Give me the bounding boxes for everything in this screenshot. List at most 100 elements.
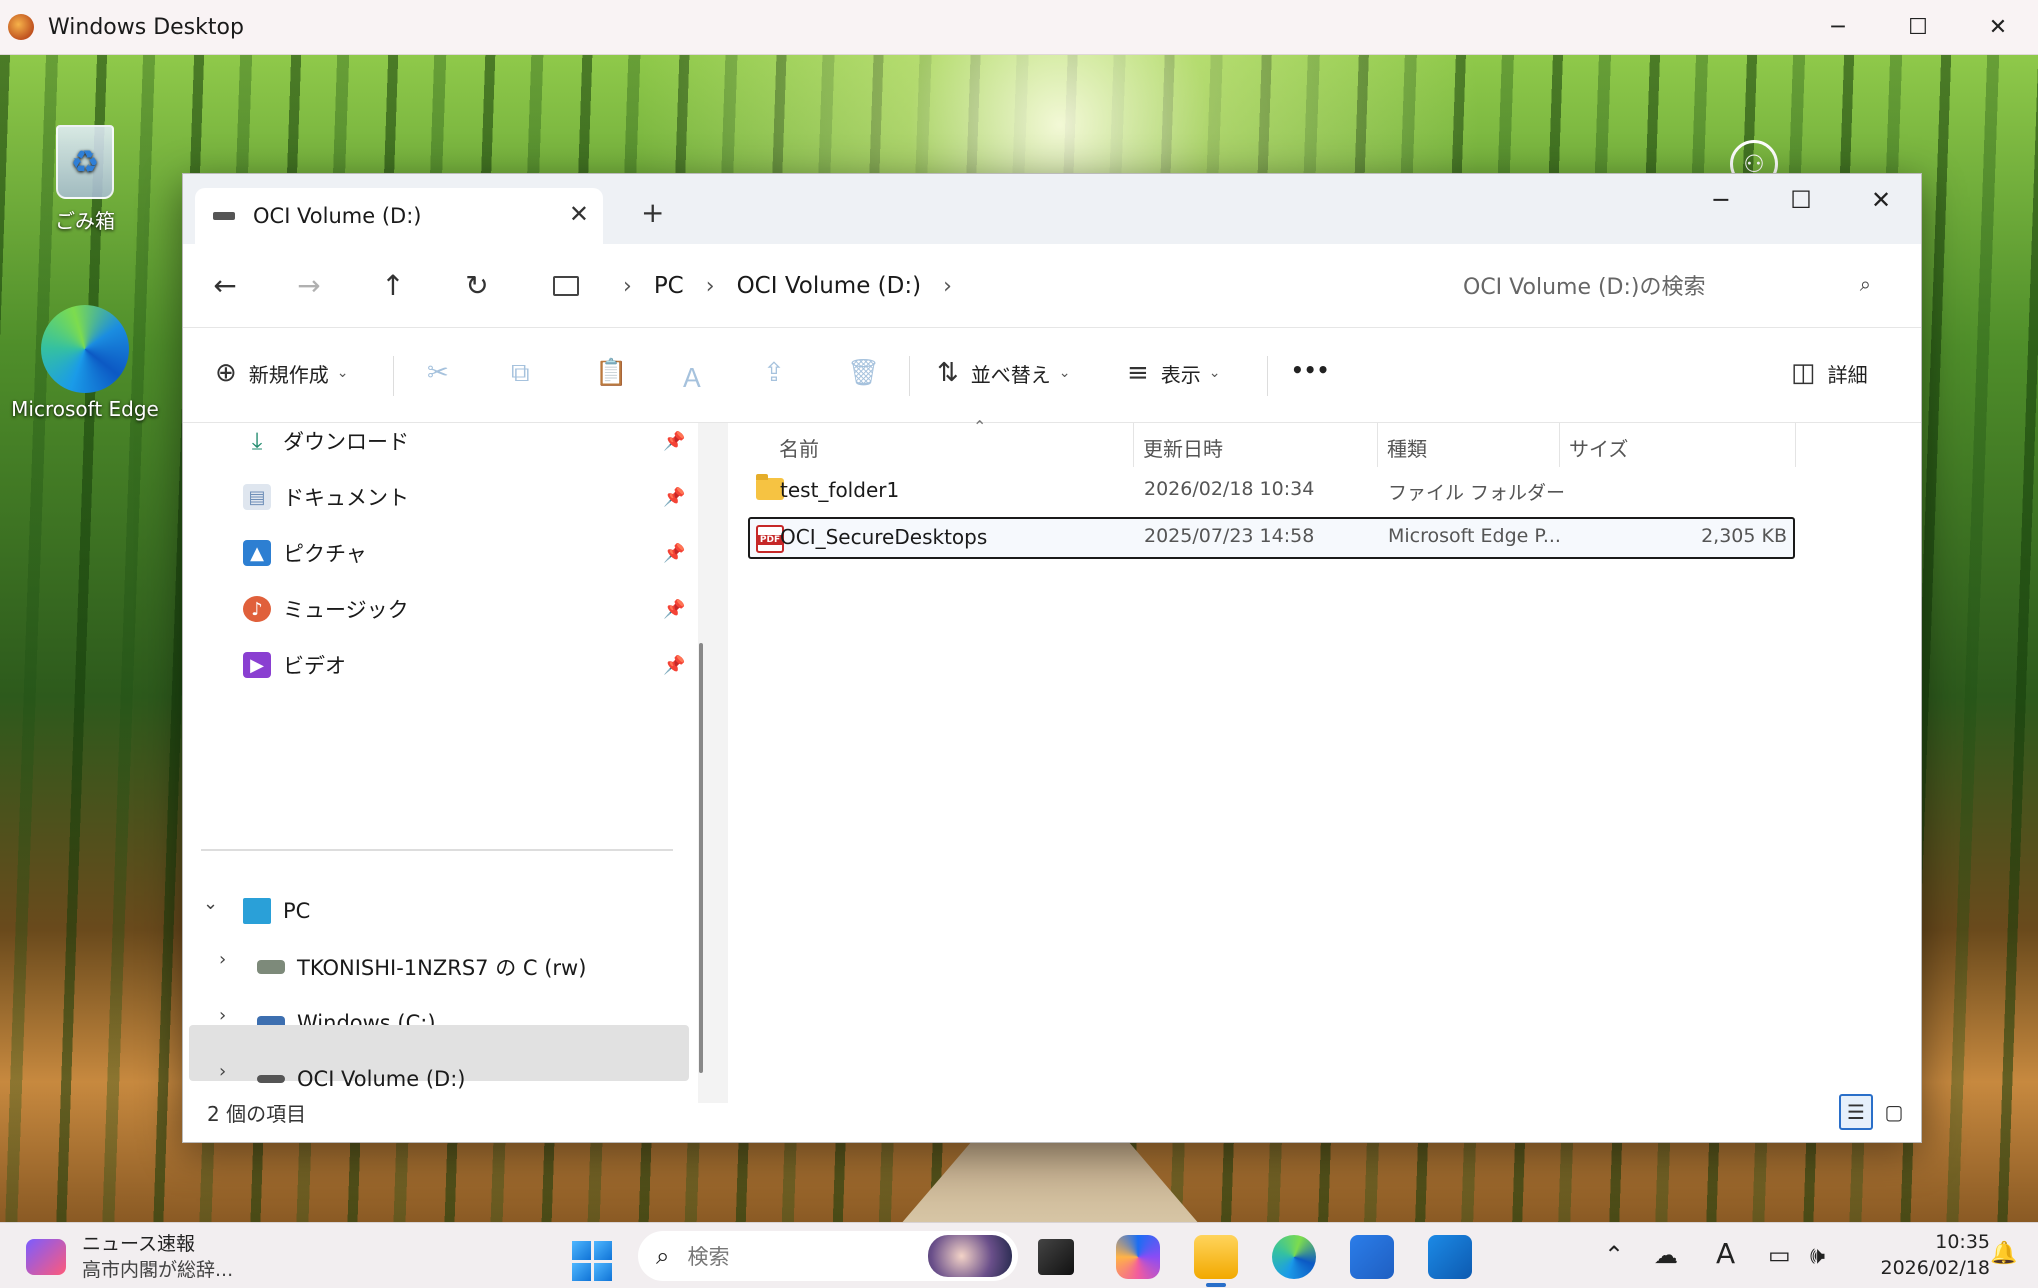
nav-item-downloads[interactable]: ⤓ ダウンロード [243, 413, 409, 469]
details-view-button[interactable]: ☰ [1839, 1094, 1873, 1130]
new-button-label: 新規作成 [248, 362, 329, 387]
windows-logo-tile [593, 1262, 612, 1281]
breadcrumb-separator[interactable]: › [623, 274, 632, 299]
more-options-button[interactable]: ••• [1291, 358, 1329, 382]
copilot-icon[interactable] [1116, 1235, 1160, 1279]
divider [1267, 356, 1268, 396]
ime-icon[interactable]: A [1716, 1237, 1735, 1270]
new-button[interactable]: ⊕ 新規作成 ⌄ [215, 358, 349, 388]
start-button[interactable] [572, 1241, 612, 1281]
minimize-button[interactable]: ─ [1681, 174, 1761, 226]
tab-oci-volume[interactable]: OCI Volume (D:) ✕ [195, 188, 603, 244]
breadcrumb-item-pc[interactable]: PC [654, 273, 684, 299]
delete-button[interactable]: 🗑 [847, 358, 892, 388]
pin-icon[interactable]: 📌 [663, 487, 685, 508]
sort-button[interactable]: ⇅ 並べ替え ⌄ [937, 358, 1071, 388]
breadcrumb-separator[interactable]: › [706, 274, 715, 299]
nav-item-pictures[interactable]: ▲ ピクチャ [243, 525, 367, 581]
news-widget-icon[interactable] [26, 1239, 66, 1275]
back-button[interactable]: ← [183, 269, 267, 302]
recycle-bin-icon: ♻ [56, 125, 114, 199]
column-divider[interactable] [1559, 423, 1560, 467]
explorer-body: ⤓ ダウンロード 📌 ▤ ドキュメント 📌 ▲ ピクチャ 📌 ♪ ミュージック [183, 417, 1923, 1103]
file-explorer-taskbar-icon[interactable] [1194, 1235, 1238, 1287]
breadcrumb-separator[interactable]: › [943, 274, 952, 299]
nav-item-videos[interactable]: ▶ ビデオ [243, 637, 346, 693]
tab-close-icon[interactable]: ✕ [569, 200, 589, 228]
news-title[interactable]: ニュース速報 [82, 1229, 195, 1256]
chevron-right-icon[interactable]: › [219, 1005, 226, 1026]
window-controls: ─ ☐ ✕ [1681, 174, 1921, 226]
forward-button[interactable]: → [267, 269, 351, 302]
column-header-modified[interactable]: 更新日時 [1143, 433, 1223, 462]
nav-item-label: ミュージック [283, 598, 409, 622]
tab-bar: OCI Volume (D:) ✕ + ─ ☐ ✕ [183, 174, 1921, 244]
nav-item-label: TKONISHI-1NZRS7 の C (rw) [297, 956, 587, 980]
column-divider[interactable] [1377, 423, 1378, 467]
network-icon[interactable]: ▭ [1768, 1241, 1791, 1269]
task-view-icon[interactable] [1038, 1239, 1074, 1275]
nav-item-pc[interactable]: PC [243, 883, 310, 939]
desktop-icon-edge[interactable]: Microsoft Edge [10, 305, 160, 421]
volume-icon[interactable]: 🕪 [1810, 1241, 1825, 1269]
close-button[interactable]: ✕ [1841, 174, 1921, 226]
column-divider[interactable] [1795, 423, 1796, 467]
maximize-button[interactable]: ☐ [1761, 174, 1841, 226]
paste-button[interactable]: 📋 [595, 358, 639, 388]
navigation-pane: ⤓ ダウンロード 📌 ▤ ドキュメント 📌 ▲ ピクチャ 📌 ♪ ミュージック [183, 423, 689, 1091]
breadcrumb-item-oci-volume[interactable]: OCI Volume (D:) [737, 273, 922, 299]
sort-button-label: 並べ替え [970, 362, 1051, 387]
outlook-icon[interactable] [1428, 1235, 1472, 1279]
up-button[interactable]: ↑ [351, 269, 435, 302]
tray-chevron-up-icon[interactable]: ⌃ [1604, 1241, 1624, 1269]
sort-ascending-icon: ⌃ [973, 417, 987, 436]
nav-item-network-drive-c[interactable]: TKONISHI-1NZRS7 の C (rw) [257, 939, 586, 995]
copy-button[interactable]: ⧉ [511, 358, 542, 389]
host-close-button[interactable]: ✕ [1958, 0, 2038, 55]
video-icon: ▶ [243, 652, 271, 678]
view-button[interactable]: ≡ 表示 ⌄ [1127, 358, 1221, 388]
nav-scrollbar-thumb[interactable] [699, 643, 703, 1073]
monitor-icon[interactable] [553, 276, 579, 296]
table-row-selected[interactable]: PDF OCI_SecureDesktops 2025/07/23 14:58 … [748, 517, 1795, 559]
file-type: Microsoft Edge P... [1388, 525, 1561, 547]
pin-icon[interactable]: 📌 [663, 655, 685, 676]
search-icon[interactable]: ⌕ [1860, 272, 1871, 296]
clock-date[interactable]: 2026/02/18 [1860, 1257, 1990, 1279]
details-pane-button[interactable]: ◫ 詳細 [1791, 358, 1868, 388]
details-pane-icon: ◫ [1791, 358, 1816, 388]
column-header-name[interactable]: 名前 [779, 433, 819, 462]
onedrive-offline-icon[interactable]: ☁ [1654, 1241, 1678, 1269]
tiles-view-button[interactable]: ▢ [1877, 1094, 1911, 1130]
chevron-down-icon[interactable]: ⌄ [203, 893, 218, 914]
nav-divider [201, 849, 673, 851]
desktop-icon-recycle-bin[interactable]: ♻ ごみ箱 [10, 125, 160, 234]
host-maximize-button[interactable]: ☐ [1878, 0, 1958, 55]
chevron-right-icon[interactable]: › [219, 1061, 226, 1082]
chevron-right-icon[interactable]: › [219, 949, 226, 970]
refresh-button[interactable]: ↻ [435, 269, 519, 302]
pin-icon[interactable]: 📌 [663, 599, 685, 620]
table-row[interactable]: test_folder1 2026/02/18 10:34 ファイル フォルダー [748, 470, 1795, 512]
store-icon[interactable] [1350, 1235, 1394, 1279]
column-header-type[interactable]: 種類 [1387, 433, 1427, 462]
file-list: ⌃ 名前 更新日時 種類 サイズ test_folder1 2026/02/18… [723, 417, 1923, 1083]
column-divider[interactable] [1133, 423, 1134, 467]
host-minimize-button[interactable]: ─ [1798, 0, 1878, 55]
nav-item-documents[interactable]: ▤ ドキュメント [243, 469, 409, 525]
news-subtitle[interactable]: 高市内閣が総辞... [82, 1255, 233, 1282]
pin-icon[interactable]: 📌 [663, 431, 685, 452]
new-tab-button[interactable]: + [641, 196, 664, 229]
nav-item-music[interactable]: ♪ ミュージック [243, 581, 409, 637]
share-button[interactable]: ⇪ [763, 358, 797, 388]
pin-icon[interactable]: 📌 [663, 543, 685, 564]
search-input[interactable]: OCI Volume (D:)の検索 ⌕ [1441, 256, 1901, 314]
edge-taskbar-icon[interactable] [1272, 1235, 1316, 1279]
notification-bell-icon[interactable]: 🔔 [1990, 1241, 2017, 1266]
clock-time[interactable]: 10:35 [1880, 1231, 1990, 1253]
cut-button[interactable]: ✂ [427, 358, 461, 388]
command-bar: ⊕ 新規作成 ⌄ ✂ ⧉ 📋 Ａ ⇪ 🗑 ⇅ 並べ替え ⌄ ≡ 表示 ⌄ •••… [183, 328, 1921, 423]
taskbar-search[interactable]: ⌕ 検索 [638, 1231, 1018, 1281]
rename-button[interactable]: Ａ [679, 358, 717, 395]
column-header-size[interactable]: サイズ [1569, 433, 1628, 462]
